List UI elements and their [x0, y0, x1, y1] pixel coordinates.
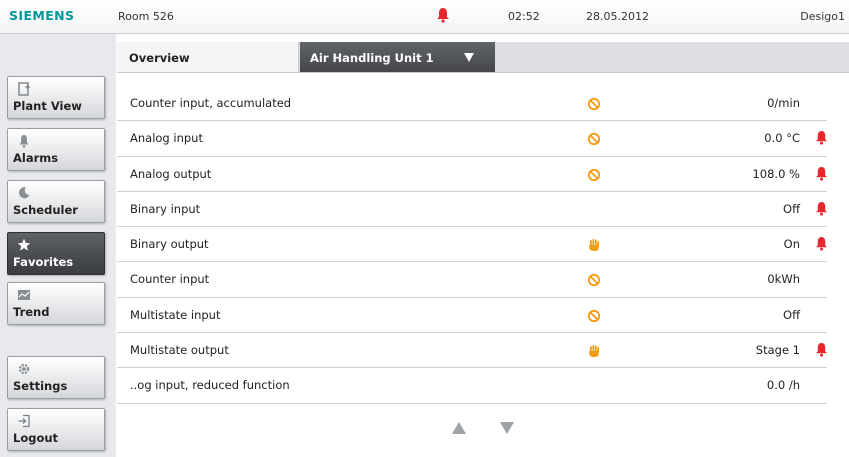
datapoint-row[interactable]: Binary input Off: [117, 192, 828, 228]
datapoint-list: Counter input, accumulated 0/min Analog in…: [117, 86, 828, 404]
alarm-bell-icon: [815, 201, 828, 220]
datapoint-name: Multistate input: [130, 307, 221, 322]
datapoint-value: 0/min: [767, 96, 800, 110]
datapoint-value: Off: [783, 201, 800, 216]
logout-icon: [17, 413, 31, 428]
plant-view-icon: [17, 81, 31, 96]
datapoint-name: Binary output: [130, 237, 209, 252]
alarm-bell-icon: [815, 166, 828, 185]
datapoint-name: Binary input: [130, 201, 201, 216]
datapoint-row[interactable]: Multistate input Off: [117, 298, 827, 334]
clock-time: 02:52: [508, 10, 540, 23]
datapoint-row[interactable]: Multistate output Stage 1: [117, 333, 828, 369]
tab-label: Overview: [129, 51, 190, 65]
datapoint-value: 108.0 %: [752, 166, 800, 181]
datapoint-name: ..og input, reduced function: [130, 378, 290, 393]
datapoint-name: Analog input: [130, 131, 203, 146]
bell-icon[interactable]: [436, 7, 450, 26]
star-icon: [17, 237, 31, 251]
nav-label: Plant View: [13, 99, 82, 113]
alarm-bell-icon: [815, 130, 828, 149]
datapoint-name: Multistate output: [130, 343, 229, 358]
datapoint-name: Counter input: [130, 272, 210, 287]
datapoint-name: Counter input, accumulated: [130, 96, 292, 110]
nav-label: Favorites: [13, 255, 74, 269]
nav-label: Settings: [13, 379, 68, 393]
out-of-service-icon: [587, 96, 601, 111]
manual-hand-icon: [587, 237, 601, 252]
datapoint-row[interactable]: ..og input, reduced function 0.0 /h: [117, 368, 827, 404]
user-label: Desigo1: [800, 10, 845, 23]
nav-label: Alarms: [13, 151, 59, 165]
out-of-service-icon: [587, 272, 601, 287]
caret-down-icon: [463, 51, 475, 66]
nav-label: Logout: [13, 431, 59, 445]
datapoint-row[interactable]: Counter input, accumulated 0/min: [117, 86, 827, 122]
nav-label: Scheduler: [13, 203, 78, 217]
nav-alarms-button[interactable]: Alarms: [7, 128, 105, 171]
datapoint-value: On: [783, 237, 800, 252]
nav-plant-view-button[interactable]: Plant View: [7, 76, 105, 119]
datapoint-value: Off: [783, 307, 800, 322]
siemens-logo: SIEMENS: [9, 8, 75, 23]
pager: [117, 413, 849, 457]
nav-trend-button[interactable]: Trend: [7, 282, 105, 325]
room-label: Room 526: [118, 10, 174, 23]
out-of-service-icon: [587, 131, 601, 146]
nav-scheduler-button[interactable]: Scheduler: [7, 180, 105, 223]
sidebar: Plant View Alarms Scheduler Favorites Tr…: [0, 34, 116, 457]
datapoint-value: 0.0 °C: [764, 131, 800, 146]
moon-icon: [17, 185, 31, 199]
datapoint-row[interactable]: Counter input 0kWh: [117, 262, 827, 298]
datapoint-value: Stage 1: [755, 343, 800, 358]
datapoint-name: Analog output: [130, 166, 212, 181]
unit-dropdown[interactable]: Air Handling Unit 1: [300, 42, 495, 72]
nav-logout-button[interactable]: Logout: [7, 408, 105, 451]
tab-overview[interactable]: Overview: [117, 42, 299, 72]
datapoint-row[interactable]: Analog input 0.0 °C: [117, 121, 828, 157]
datapoint-row[interactable]: Analog output 108.0 %: [117, 157, 828, 192]
arrow-up-icon[interactable]: [452, 419, 466, 438]
out-of-service-icon: [587, 167, 601, 181]
manual-hand-icon: [587, 343, 601, 358]
gear-icon: [17, 361, 31, 375]
arrow-down-icon[interactable]: [500, 419, 514, 438]
bell-icon: [17, 133, 31, 148]
date-label: 28.05.2012: [586, 10, 649, 23]
datapoint-row[interactable]: Binary output On: [117, 227, 828, 263]
unit-dropdown-value: Air Handling Unit 1: [310, 51, 434, 65]
nav-favorites-button[interactable]: Favorites: [7, 232, 105, 275]
alarm-bell-icon: [815, 342, 828, 361]
datapoint-value: 0kWh: [767, 272, 800, 287]
alarm-bell-icon: [815, 236, 828, 255]
top-bar: SIEMENS Room 526 02:52 28.05.2012 Desigo…: [0, 0, 849, 34]
out-of-service-icon: [587, 308, 601, 322]
datapoint-value: 0.0 /h: [766, 378, 800, 393]
trend-icon: [17, 287, 31, 301]
content-header: Overview Air Handling Unit 1: [117, 42, 849, 73]
nav-label: Trend: [13, 305, 50, 319]
nav-settings-button[interactable]: Settings: [7, 356, 105, 399]
